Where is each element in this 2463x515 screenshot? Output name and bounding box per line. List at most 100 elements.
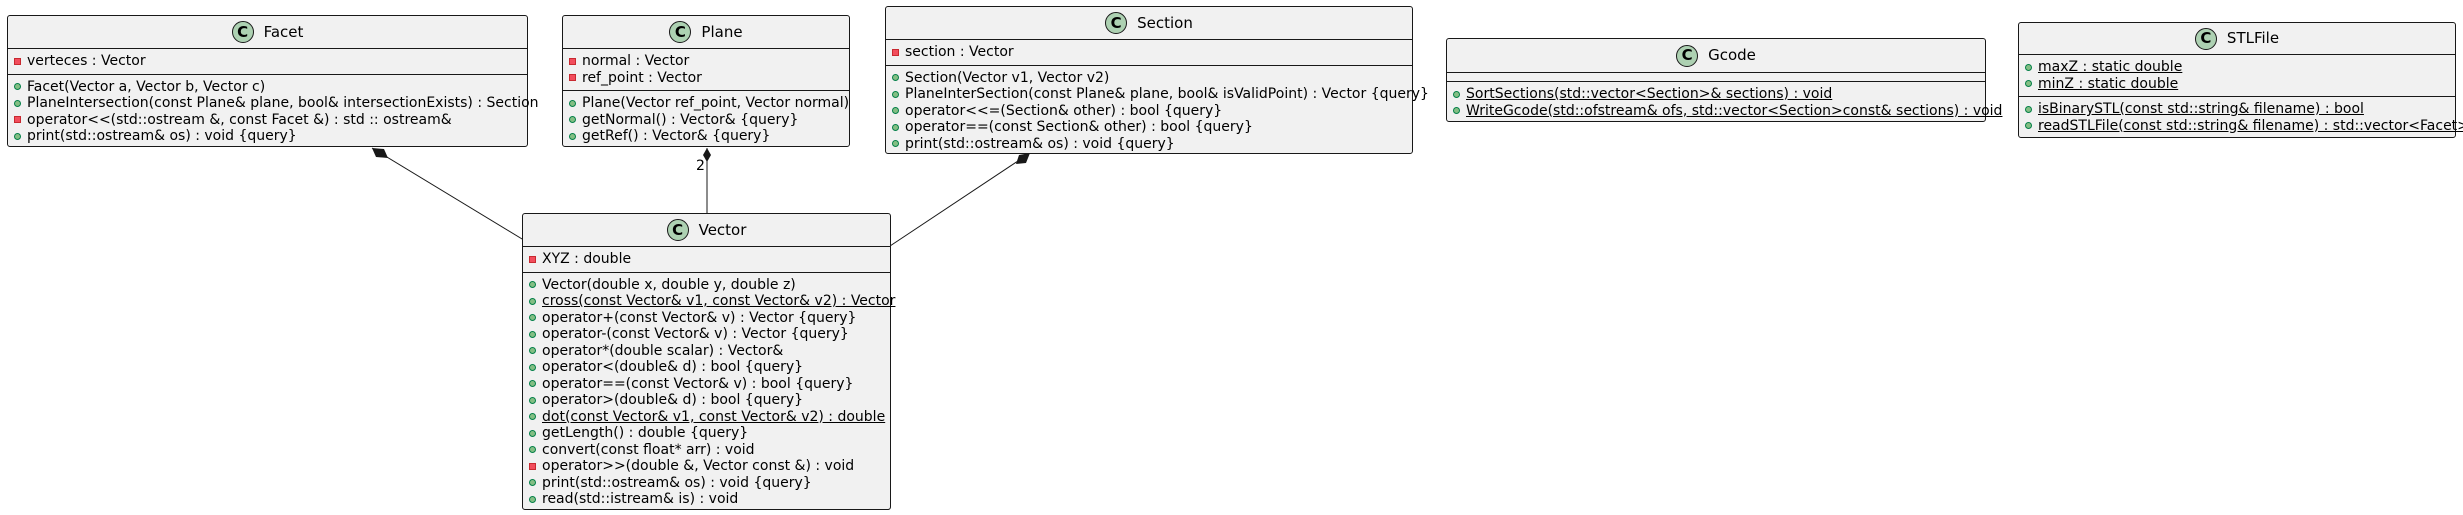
method-row[interactable]: SortSections(std::vector<Section>& secti… [1453, 86, 1977, 103]
method-row[interactable]: operator==(const Section& other) : bool … [892, 119, 1404, 136]
member-text: getRef() : Vector& {query} [582, 128, 771, 144]
member-text: verteces : Vector [27, 53, 146, 69]
method-row[interactable]: Vector(double x, double y, double z) [529, 277, 882, 294]
public-visibility-icon [569, 99, 576, 107]
method-row[interactable]: dot(const Vector& v1, const Vector& v2) … [529, 408, 886, 426]
class-icon: C [669, 21, 692, 43]
public-visibility-icon [2025, 80, 2032, 88]
method-row[interactable]: print(std::ostream& os) : void {query} [529, 475, 882, 492]
member-text: operator==(const Vector& v) : bool {quer… [542, 375, 854, 392]
member-text: maxZ : static double [2038, 59, 2183, 75]
fields-section: XYZ : double [523, 246, 890, 272]
member-text: Facet(Vector a, Vector b, Vector c) [27, 78, 266, 95]
plane-vector-multiplicity: 2 [696, 158, 705, 174]
method-row[interactable]: Facet(Vector a, Vector b, Vector c) [14, 79, 519, 96]
method-row[interactable]: readSTLFile(const std::string& filename)… [2025, 118, 2463, 135]
method-row[interactable]: read(std::istream& is) : void [529, 491, 882, 508]
public-visibility-icon [529, 479, 536, 487]
public-visibility-icon [529, 429, 536, 437]
field-row[interactable]: minZ : static double [2025, 76, 2447, 93]
member-text: Plane(Vector ref_point, Vector normal) [582, 95, 850, 111]
method-row[interactable]: operator+(const Vector& v) : Vector {que… [529, 310, 882, 327]
field-row[interactable]: XYZ : double [529, 251, 882, 268]
field-row[interactable]: section : Vector [892, 44, 1404, 61]
public-visibility-icon [14, 83, 21, 91]
member-text: operator+(const Vector& v) : Vector {que… [542, 309, 857, 326]
member-text: getLength() : double {query} [542, 425, 749, 441]
fields-section [1447, 72, 1985, 81]
private-visibility-icon [529, 462, 536, 470]
method-row[interactable]: PlaneInterSection(const Plane& plane, bo… [892, 86, 1429, 103]
class-name: Vector [698, 220, 747, 239]
method-row[interactable]: WriteGcode(std::ofstream& ofs, std::vect… [1453, 103, 2002, 120]
member-text: normal : Vector [582, 53, 690, 69]
public-visibility-icon [569, 116, 576, 124]
class-stlfile[interactable]: C STLFile maxZ : static double minZ : sta… [2018, 22, 2463, 138]
class-facet[interactable]: C Facet verteces : Vector Facet(Vector a… [7, 15, 539, 147]
fields-section: maxZ : static double minZ : static double [2019, 54, 2455, 96]
method-row[interactable]: Plane(Vector ref_point, Vector normal) [569, 95, 849, 112]
method-row[interactable]: convert(const float* arr) : void [529, 442, 882, 459]
public-visibility-icon [1453, 90, 1460, 98]
private-visibility-icon [529, 255, 536, 263]
member-text: section : Vector [905, 44, 1014, 60]
member-text: cross(const Vector& v1, const Vector& v2… [542, 293, 896, 309]
method-row[interactable]: getLength() : double {query} [529, 425, 882, 442]
public-visibility-icon [2025, 63, 2032, 71]
member-text: operator*(double scalar) : Vector& [542, 342, 784, 359]
member-text: operator>>(double &, Vector const &) : v… [542, 458, 855, 474]
private-visibility-icon [569, 57, 576, 65]
method-row[interactable]: Section(Vector v1, Vector v2) [892, 70, 1404, 87]
field-row[interactable]: verteces : Vector [14, 53, 519, 70]
public-visibility-icon [1453, 107, 1460, 115]
method-row[interactable]: getNormal() : Vector& {query} [569, 112, 841, 129]
member-text: PlaneIntersection(const Plane& plane, bo… [27, 95, 539, 111]
method-row[interactable]: operator>(double& d) : bool {query} [529, 392, 882, 409]
member-text: getNormal() : Vector& {query} [582, 111, 799, 128]
method-row[interactable]: operator<<(std::ostream &, const Facet &… [14, 112, 519, 129]
public-visibility-icon [569, 132, 576, 140]
public-visibility-icon [892, 140, 899, 148]
method-row[interactable]: PlaneIntersection(const Plane& plane, bo… [14, 95, 539, 112]
class-name: STLFile [2226, 29, 2280, 48]
member-text: operator<<=(Section& other) : bool {quer… [905, 102, 1223, 119]
class-icon: C [1105, 12, 1128, 34]
section-vector-link [889, 152, 1031, 247]
public-visibility-icon [14, 99, 21, 107]
method-row[interactable]: print(std::ostream& os) : void {query} [892, 136, 1404, 153]
field-row[interactable]: maxZ : static double [2025, 59, 2447, 76]
member-text: isBinarySTL(const std::string& filename)… [2038, 101, 2364, 117]
public-visibility-icon [529, 347, 536, 355]
class-icon: C [2194, 27, 2217, 50]
member-text: operator-(const Vector& v) : Vector {que… [542, 326, 849, 342]
method-row[interactable]: operator<<=(Section& other) : bool {quer… [892, 103, 1404, 120]
public-visibility-icon [2025, 105, 2032, 113]
member-text: Vector(double x, double y, double z) [542, 276, 796, 293]
method-row[interactable]: isBinarySTL(const std::string& filename)… [2025, 101, 2447, 118]
class-vector[interactable]: C Vector XYZ : double Vector(double x, d… [522, 213, 895, 510]
class-icon: C [231, 21, 254, 43]
member-text: print(std::ostream& os) : void {query} [905, 135, 1175, 152]
member-text: operator<<(std::ostream &, const Facet &… [27, 111, 452, 128]
method-row[interactable]: operator>>(double &, Vector const &) : v… [529, 458, 882, 475]
method-row[interactable]: print(std::ostream& os) : void {query} [14, 128, 519, 145]
method-row[interactable]: getRef() : Vector& {query} [569, 128, 841, 145]
member-text: operator==(const Section& other) : bool … [905, 119, 1253, 135]
field-row[interactable]: normal : Vector [569, 53, 841, 70]
method-row[interactable]: operator==(const Vector& v) : bool {quer… [529, 376, 882, 393]
method-row[interactable]: operator<(double& d) : bool {query} [529, 359, 882, 376]
member-text: readSTLFile(const std::string& filename)… [2038, 117, 2463, 134]
public-visibility-icon [529, 413, 536, 421]
class-section[interactable]: C Section section : Vector Section(Vecto… [885, 6, 1429, 154]
method-row[interactable]: operator-(const Vector& v) : Vector {que… [529, 326, 882, 343]
member-text: convert(const float* arr) : void [542, 441, 755, 458]
member-text: dot(const Vector& v1, const Vector& v2) … [542, 408, 886, 425]
class-plane[interactable]: C Plane normal : Vector ref_point : Vecto… [562, 15, 850, 147]
method-row[interactable]: operator*(double scalar) : Vector& [529, 343, 882, 360]
method-row[interactable]: cross(const Vector& v1, const Vector& v2… [529, 293, 895, 310]
class-gcode[interactable]: C Gcode SortSections(std::vector<Section… [1446, 38, 2002, 122]
class-name: Plane [701, 22, 743, 41]
field-row[interactable]: ref_point : Vector [569, 70, 841, 87]
class-name: Section [1137, 13, 1193, 32]
member-text: read(std::istream& is) : void [542, 491, 739, 507]
